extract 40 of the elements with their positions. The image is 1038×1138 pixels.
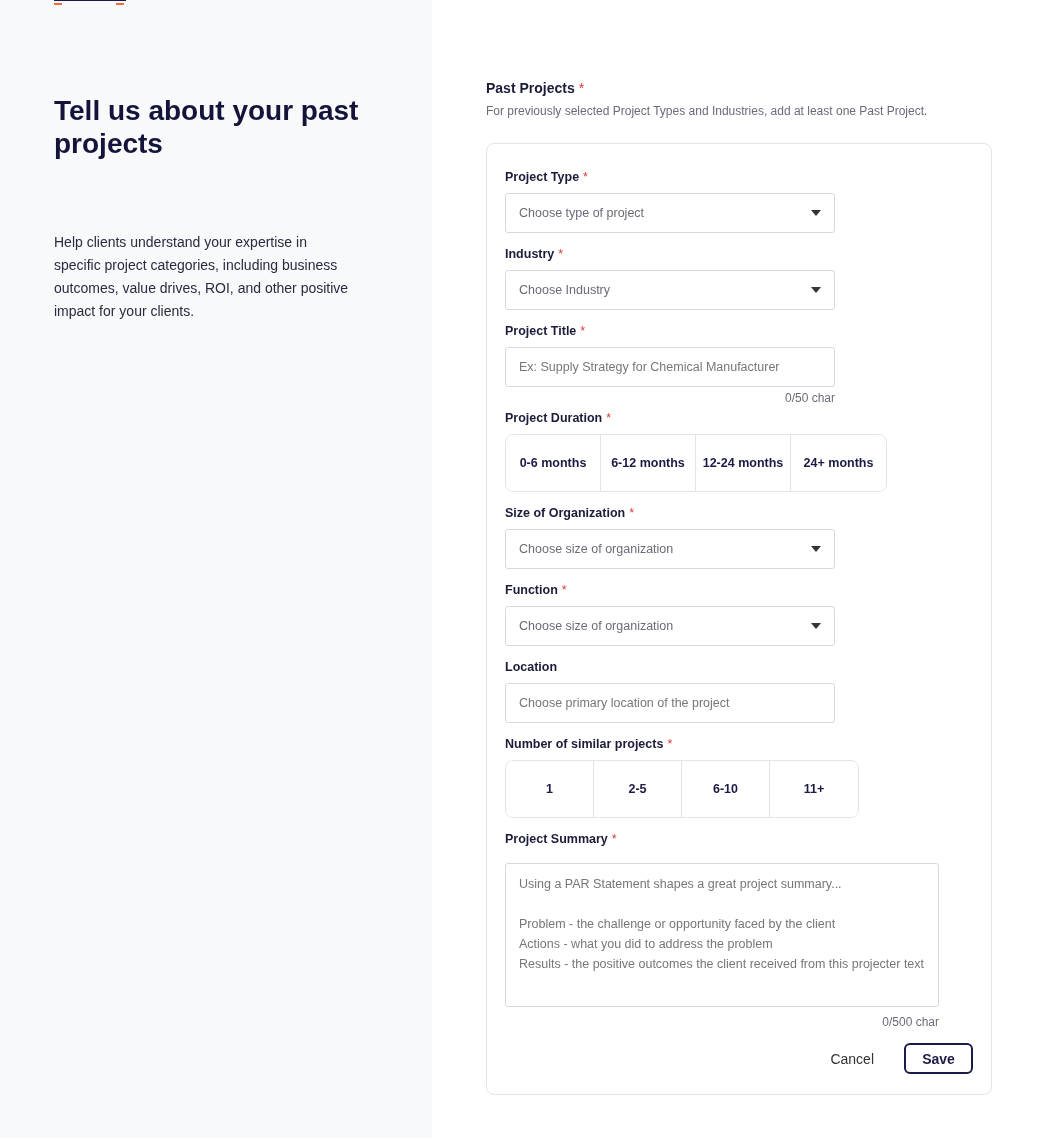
cancel-button[interactable]: Cancel — [830, 1050, 874, 1067]
field-label: Project Type — [505, 170, 580, 184]
dropdown[interactable]: Choose type of project — [505, 193, 835, 233]
logo-icon — [54, 0, 126, 6]
field-label: Project Title — [505, 324, 577, 338]
char-counter: 0/50 char — [783, 391, 835, 405]
field-label: Number of similar projects — [505, 737, 664, 751]
required-mark: * — [561, 583, 567, 597]
field-label: Industry — [505, 247, 555, 261]
dropdown[interactable]: Choose size of organization — [505, 529, 835, 569]
required-mark: * — [558, 247, 564, 261]
required-mark: * — [667, 737, 673, 751]
field-label: Project Summary — [505, 832, 608, 846]
char-counter: 0/500 char — [881, 1015, 939, 1029]
caret-icon — [811, 546, 821, 552]
page-description: Help clients understand your expertise in specific project categories, including business outcomes, value drives, ROI, and other positive impact for your clients. — [54, 233, 350, 321]
dropdown[interactable]: Choose size of organization — [505, 606, 835, 646]
dropdown[interactable]: Choose Industry — [505, 270, 835, 310]
option-button[interactable]: 1 — [506, 761, 594, 817]
field-label: Project Duration — [505, 411, 603, 425]
page-heading: Tell us about your past projects — [54, 94, 360, 160]
summary-textarea[interactable]: Using a PAR Statement shapes a great project summary... Problem - the challenge or opportunity faced by the client Actions - what you did to address the problem Results - the positive outcomes the client received from this projecter text — [505, 863, 939, 1007]
required-mark: * — [583, 170, 588, 184]
field-label: Location — [505, 660, 558, 674]
text-field[interactable]: Choose primary location of the project — [505, 683, 835, 723]
required-mark: * — [629, 506, 635, 520]
section-description: For previously selected Project Types and Industries, add at least one Past Project. — [486, 104, 929, 118]
text-field[interactable]: Ex: Supply Strategy for Chemical Manufacturer — [505, 347, 835, 387]
option-button[interactable]: 0-6 months — [506, 435, 601, 491]
required-mark: * — [578, 80, 585, 96]
required-mark: * — [606, 411, 612, 425]
caret-icon — [811, 287, 821, 293]
save-button[interactable]: Save — [904, 1043, 973, 1074]
required-mark: * — [611, 832, 617, 846]
field-label: Function — [505, 583, 558, 597]
field-label: Size of Organization — [505, 506, 626, 520]
required-mark: * — [580, 324, 586, 338]
section-title: Past Projects — [486, 80, 575, 96]
caret-icon — [811, 623, 821, 629]
caret-icon — [811, 210, 821, 216]
